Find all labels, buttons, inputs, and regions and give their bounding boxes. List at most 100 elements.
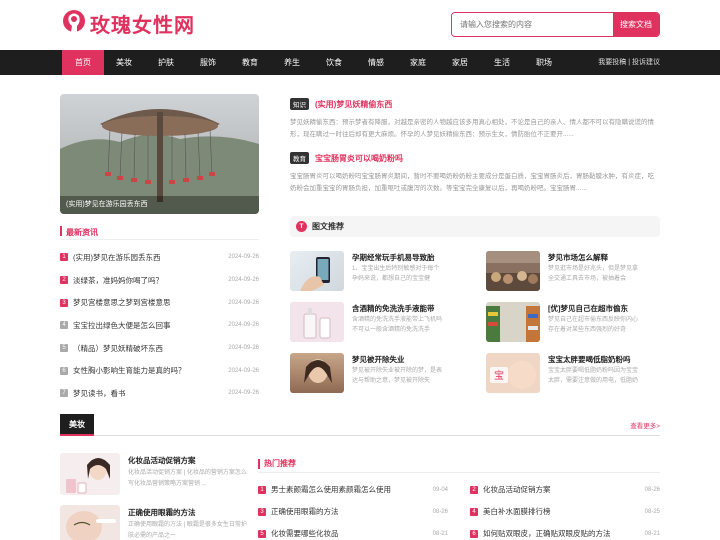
- article-title[interactable]: 宝宝肠胃炎可以喝奶粉吗: [315, 153, 403, 164]
- article-title[interactable]: 正确使用眼霜的方法: [128, 507, 196, 518]
- list-item-title[interactable]: (实用)梦见在游乐园丢东西: [73, 252, 228, 263]
- article-title[interactable]: 化妆品活动促销方案: [128, 455, 196, 466]
- list-item[interactable]: 4 美白补水面膜排行榜 08-25: [470, 504, 660, 519]
- list-item-date: 2024-09-26: [228, 345, 259, 352]
- list-item[interactable]: 3 正确使用眼霜的方法 08-26: [258, 504, 448, 519]
- list-item[interactable]: 1 (实用)梦见在游乐园丢东西 2024-09-26: [60, 246, 259, 269]
- featured-article[interactable]: 知识 (实用)梦见妖精偷东西 梦见妖精偷东西：预示梦者有降服，对越是亲密的人物越…: [290, 98, 660, 141]
- list-item-title[interactable]: 美白补水面膜排行榜: [483, 506, 645, 517]
- rank-number: 2: [60, 276, 68, 285]
- list-item-title[interactable]: 正确使用眼霜的方法: [271, 506, 433, 517]
- card-summary: 梦见逛市场是好兆头，但是梦见拿全交通工具去市场，被抽着会: [548, 266, 638, 282]
- hot-recommend-title: 热门推荐: [264, 459, 296, 468]
- list-item-date: 08-25: [644, 508, 660, 515]
- card-title[interactable]: [优]梦见自己在超市偷东: [548, 303, 628, 314]
- t-badge-icon: T: [296, 221, 307, 232]
- card-title[interactable]: 孕期经常玩手机易导致胎: [352, 252, 435, 263]
- list-item-title[interactable]: （精品）梦见妖精破坏东西: [73, 343, 228, 354]
- woman-profile-icon: [63, 10, 85, 32]
- rank-number: 4: [60, 321, 68, 330]
- nav-item-family[interactable]: 家庭: [397, 50, 439, 75]
- list-item[interactable]: 7 梦见读书，看书 2024-09-26: [60, 382, 259, 405]
- recommend-card[interactable]: 梦见被开除失业 梦见被开除失业被开除的梦，是表达与帮助之意，梦见被开除失: [290, 353, 465, 393]
- article-summary: 梦见妖精偷东西：预示梦者有降服，对越是亲密的人物越应该多用真心相处，不论是自己的…: [290, 119, 654, 138]
- hand-sanitizer-thumbnail: [290, 302, 344, 342]
- list-item-date: 2024-09-26: [228, 367, 259, 374]
- supermarket-thumbnail: [486, 302, 540, 342]
- photo-recommend-title: 图文推荐: [312, 222, 344, 231]
- recommend-card[interactable]: 梦见市场怎么解释 梦见逛市场是好兆头，但是梦见拿全交通工具去市场，被抽着会: [486, 251, 661, 291]
- article-summary: 化妆品活动促销方案 | 化妆品的营销方案怎么写化妆品营销策略方案营销 ...: [128, 470, 247, 487]
- makeup-section-tab[interactable]: 美妆: [60, 414, 94, 436]
- list-item-title[interactable]: 淡绿茶，准妈妈你喝了吗？: [73, 275, 228, 286]
- card-title[interactable]: 梦见被开除失业: [352, 354, 405, 365]
- rank-number: 5: [60, 344, 68, 353]
- list-item[interactable]: 2 淡绿茶，准妈妈你喝了吗？ 2024-09-26: [60, 269, 259, 292]
- hero-slide[interactable]: (实用)梦见在游乐园丢东西: [60, 94, 259, 214]
- nav-item-skincare[interactable]: 护肤: [145, 50, 187, 75]
- recommend-card[interactable]: 宝 宝宝太胖要喝低脂奶粉吗 宝宝太胖要喝低脂奶粉吗因为宝宝太胖，需要注意做的用电…: [486, 353, 661, 393]
- article-summary: 正确使用眼霜的方法 | 眼霜是很多女生日常护肤必需的产品之一: [128, 522, 247, 539]
- featured-article[interactable]: 教育 宝宝肠胃炎可以喝奶粉吗 宝宝肠胃炎可以喝奶粉吗宝宝肠胃炎期间，暂时不要喝奶…: [290, 152, 660, 195]
- list-item-title[interactable]: 梦见宫楼意思之梦到宫楼意思: [73, 297, 228, 308]
- hero-caption: (实用)梦见在游乐园丢东西: [60, 196, 259, 214]
- recommend-card[interactable]: [优]梦见自己在超市偷东 梦见自己在超市偷东西反映你内心存在着对某些东西强烈的好…: [486, 302, 661, 342]
- woman-portrait-thumbnail: [290, 353, 344, 393]
- list-item[interactable]: 6 如何贴双眼皮，正确贴双眼皮贴的方法 08-21: [470, 526, 660, 540]
- card-summary: 含酒精的免洗洗手液能带上飞机吗不可以一般含酒精的免洗洗手: [352, 317, 442, 333]
- list-item[interactable]: 4 宝宝拉出绿色大便是怎么回事 2024-09-26: [60, 314, 259, 337]
- recommend-card[interactable]: 含酒精的免洗洗手液能带 含酒精的免洗洗手液能带上飞机吗不可以一般含酒精的免洗洗手: [290, 302, 465, 342]
- list-item-title[interactable]: 女性胸小影响生育能力是真的吗？: [73, 365, 228, 376]
- nav-item-life[interactable]: 生活: [481, 50, 523, 75]
- nav-item-fashion[interactable]: 服饰: [187, 50, 229, 75]
- article-title[interactable]: (实用)梦见妖精偷东西: [315, 99, 392, 110]
- card-title[interactable]: 宝宝太胖要喝低脂奶粉吗: [548, 354, 631, 365]
- list-item[interactable]: 1 男士素颜霜怎么使用素颜霜怎么使用 09-04: [258, 482, 448, 497]
- nav-item-home[interactable]: 首页: [62, 50, 104, 75]
- main-nav: 首页 美妆 护肤 服饰 教育 养生 饮食 情感 家庭 家居 生活 职场 我要投稿…: [0, 50, 720, 75]
- latest-news-header: 最新资讯: [60, 222, 259, 240]
- card-summary: 梦见被开除失业被开除的梦，是表达与帮助之意，梦见被开除失: [352, 368, 442, 384]
- list-item-date: 08-21: [432, 530, 448, 537]
- rank-number: 1: [60, 253, 68, 262]
- nav-links-right[interactable]: 我要投稿 | 投诉建议: [598, 50, 660, 75]
- rank-number: 2: [470, 485, 478, 494]
- list-item[interactable]: 5 化妆需要哪些化妆品 08-21: [258, 526, 448, 540]
- rank-number: 4: [470, 507, 478, 516]
- list-item-date: 2024-09-26: [228, 390, 259, 397]
- card-title[interactable]: 梦见市场怎么解释: [548, 252, 608, 263]
- makeup-article[interactable]: 化妆品活动促销方案 化妆品活动促销方案 | 化妆品的营销方案怎么写化妆品营销策略…: [60, 453, 250, 495]
- recommend-card[interactable]: 孕期经常玩手机易导致胎 1、宝宝出生后特别敏感对于每个孕妈来说，都想自己的宝宝健: [290, 251, 465, 291]
- latest-news-title: 最新资讯: [66, 228, 98, 237]
- search-button[interactable]: 搜索文档: [613, 13, 659, 36]
- nav-item-health[interactable]: 养生: [271, 50, 313, 75]
- list-item-title[interactable]: 化妆品活动促销方案: [483, 484, 645, 495]
- nav-item-education[interactable]: 教育: [229, 50, 271, 75]
- list-item-title[interactable]: 如何贴双眼皮，正确贴双眼皮贴的方法: [483, 528, 645, 539]
- view-more-link[interactable]: 查看更多>: [630, 420, 660, 430]
- rank-number: 6: [470, 529, 478, 538]
- list-item[interactable]: 6 女性胸小影响生育能力是真的吗？ 2024-09-26: [60, 359, 259, 382]
- nav-item-makeup[interactable]: 美妆: [103, 50, 145, 75]
- nav-item-emotion[interactable]: 情感: [355, 50, 397, 75]
- market-thumbnail: [486, 251, 540, 291]
- makeup-article[interactable]: 正确使用眼霜的方法 正确使用眼霜的方法 | 眼霜是很多女生日常护肤必需的产品之一: [60, 505, 250, 540]
- site-logo[interactable]: 玫瑰女性网: [60, 8, 195, 38]
- list-item[interactable]: 5 （精品）梦见妖精破坏东西 2024-09-26: [60, 337, 259, 360]
- card-summary: 宝宝太胖要喝低脂奶粉吗因为宝宝太胖，需要注意做的用电，低脂奶粉会比较好: [548, 368, 638, 384]
- list-item-title[interactable]: 化妆需要哪些化妆品: [271, 528, 433, 539]
- list-item-title[interactable]: 男士素颜霜怎么使用素颜霜怎么使用: [271, 484, 433, 495]
- card-title[interactable]: 含酒精的免洗洗手液能带: [352, 303, 435, 314]
- list-item-title[interactable]: 宝宝拉出绿色大便是怎么回事: [73, 320, 228, 331]
- list-item-date: 2024-09-26: [228, 299, 259, 306]
- search-input[interactable]: [452, 13, 613, 36]
- makeup-section-header: 美妆 查看更多>: [60, 414, 660, 436]
- nav-item-diet[interactable]: 饮食: [313, 50, 355, 75]
- list-item[interactable]: 2 化妆品活动促销方案 08-26: [470, 482, 660, 497]
- nav-item-home-decor[interactable]: 家居: [439, 50, 481, 75]
- nav-item-career[interactable]: 职场: [523, 50, 565, 75]
- list-item-title[interactable]: 梦见读书，看书: [73, 388, 228, 399]
- photo-recommend-header: T 图文推荐: [290, 216, 660, 237]
- list-item[interactable]: 3 梦见宫楼意思之梦到宫楼意思 2024-09-26: [60, 291, 259, 314]
- hot-recommend-header: 热门推荐: [258, 455, 660, 473]
